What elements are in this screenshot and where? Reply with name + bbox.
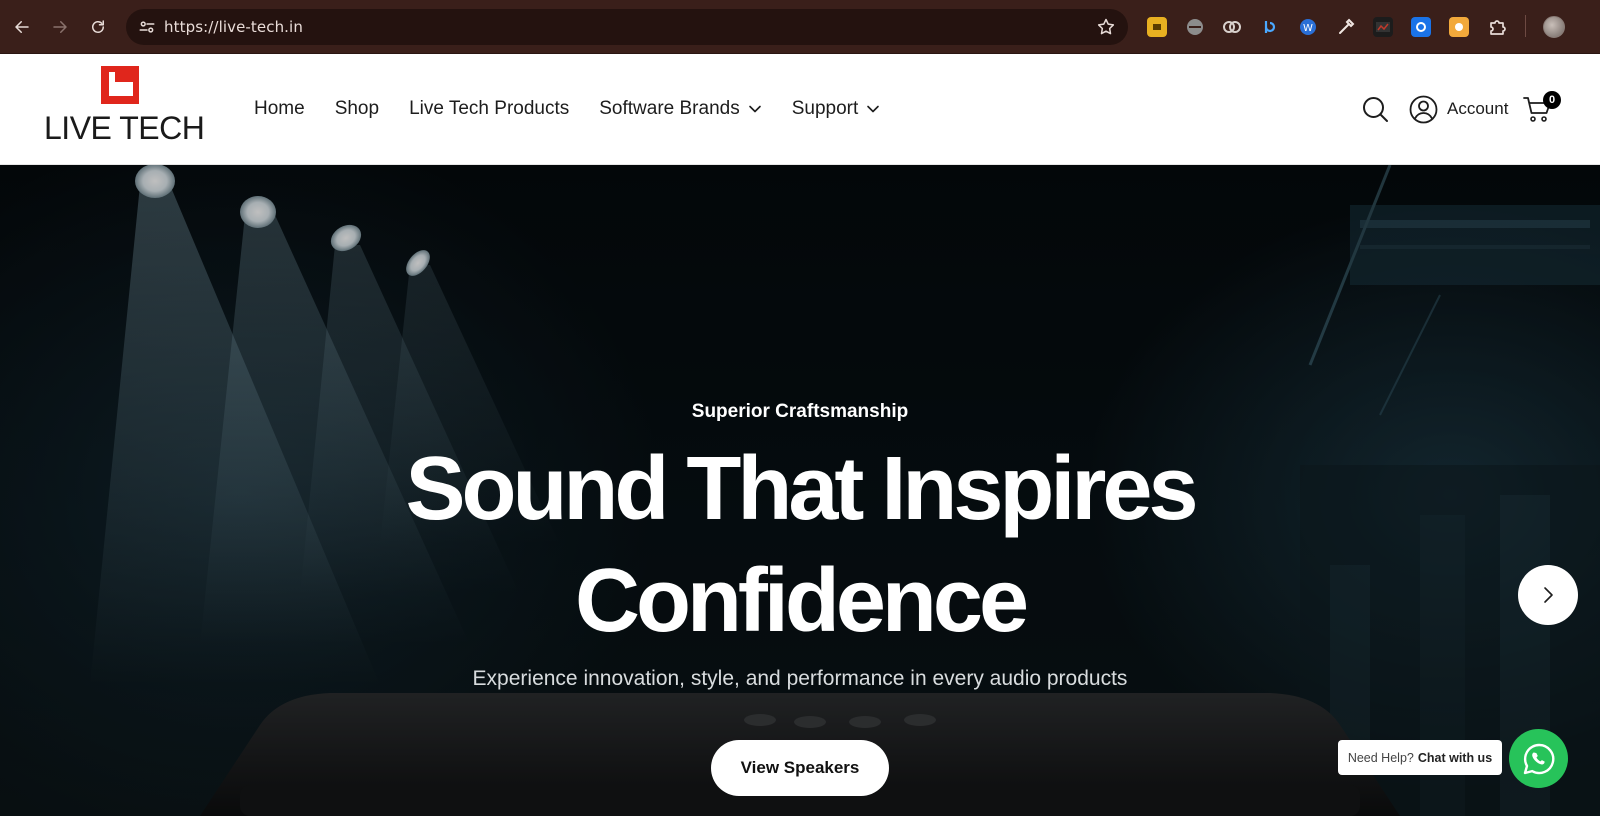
url-text[interactable]: https://live-tech.in <box>164 18 303 36</box>
site-settings-icon[interactable] <box>138 18 156 36</box>
chat-help-pill[interactable]: Need Help? Chat with us <box>1338 740 1502 775</box>
site-logo[interactable]: LIVE TECH <box>44 64 205 146</box>
account-link[interactable]: Account <box>1447 99 1508 119</box>
extension-icon-3[interactable] <box>1222 17 1242 37</box>
hero-title-line-1: Sound That Inspires <box>405 439 1198 539</box>
nav-support-label: Support <box>791 98 859 119</box>
help-prefix: Need Help? <box>1347 750 1414 765</box>
main-navigation: Home Shop Live Tech Products Software Br… <box>254 96 910 122</box>
eyedropper-icon[interactable] <box>1336 17 1356 37</box>
nav-live-tech-products-label: Live Tech Products <box>409 98 570 119</box>
cart-count-badge: 0 <box>1543 91 1561 109</box>
extension-icon-5[interactable]: W <box>1298 17 1318 37</box>
extension-icon-8[interactable] <box>1411 17 1431 37</box>
whatsapp-chat-button[interactable] <box>1509 729 1568 788</box>
hero-title-line-2: Confidence <box>574 551 1029 651</box>
reload-button[interactable] <box>86 15 110 39</box>
puzzle-icon[interactable] <box>1487 17 1507 37</box>
search-icon[interactable] <box>1362 96 1389 123</box>
nav-home[interactable]: Home <box>254 98 305 120</box>
chevron-right-icon <box>1544 587 1553 603</box>
nav-home-label: Home <box>254 98 305 119</box>
nav-shop-label: Shop <box>334 98 380 119</box>
back-button[interactable] <box>10 15 34 39</box>
logo-mark-icon <box>101 66 139 104</box>
svg-text:W: W <box>1303 23 1313 34</box>
logo-text: LIVE TECH <box>44 110 205 146</box>
extension-icon-2[interactable] <box>1185 17 1205 37</box>
extension-icon-1[interactable] <box>1147 17 1167 37</box>
toolbar-divider <box>1525 15 1526 37</box>
view-speakers-button[interactable]: View Speakers <box>711 740 889 796</box>
chevron-down-icon <box>867 105 880 113</box>
bookmark-star-icon[interactable] <box>1096 17 1116 37</box>
account-icon[interactable] <box>1409 95 1438 124</box>
back-arrow-icon <box>15 21 29 33</box>
nav-shop[interactable]: Shop <box>335 98 379 120</box>
extension-icon-4[interactable] <box>1260 17 1280 37</box>
help-action: Chat with us <box>1417 750 1493 765</box>
nav-live-tech-products[interactable]: Live Tech Products <box>409 98 569 120</box>
hero-eyebrow: Superior Craftsmanship <box>691 401 909 422</box>
nav-software-brands[interactable]: Software Brands <box>599 98 761 120</box>
address-bar[interactable]: https://live-tech.in <box>126 9 1128 45</box>
hero-title: Sound That Inspires Confidence <box>300 433 1300 657</box>
whatsapp-icon <box>1523 743 1554 774</box>
extension-icon-7[interactable] <box>1373 17 1393 37</box>
hero-banner: Superior Craftsmanship Sound That Inspir… <box>0 165 1600 816</box>
profile-avatar[interactable] <box>1543 16 1565 38</box>
slider-next-button[interactable] <box>1518 565 1578 625</box>
nav-software-brands-label: Software Brands <box>599 98 740 119</box>
browser-toolbar: https://live-tech.in W <box>0 0 1600 54</box>
forward-button[interactable] <box>48 15 72 39</box>
forward-arrow-icon <box>53 21 67 33</box>
extension-icon-9[interactable] <box>1449 17 1469 37</box>
reload-icon <box>92 20 104 33</box>
site-header: LIVE TECH Home Shop Live Tech Products S… <box>0 54 1600 165</box>
hero-subtitle: Experience innovation, style, and perfor… <box>472 667 1128 690</box>
nav-support[interactable]: Support <box>792 98 881 120</box>
chevron-down-icon <box>748 105 761 113</box>
